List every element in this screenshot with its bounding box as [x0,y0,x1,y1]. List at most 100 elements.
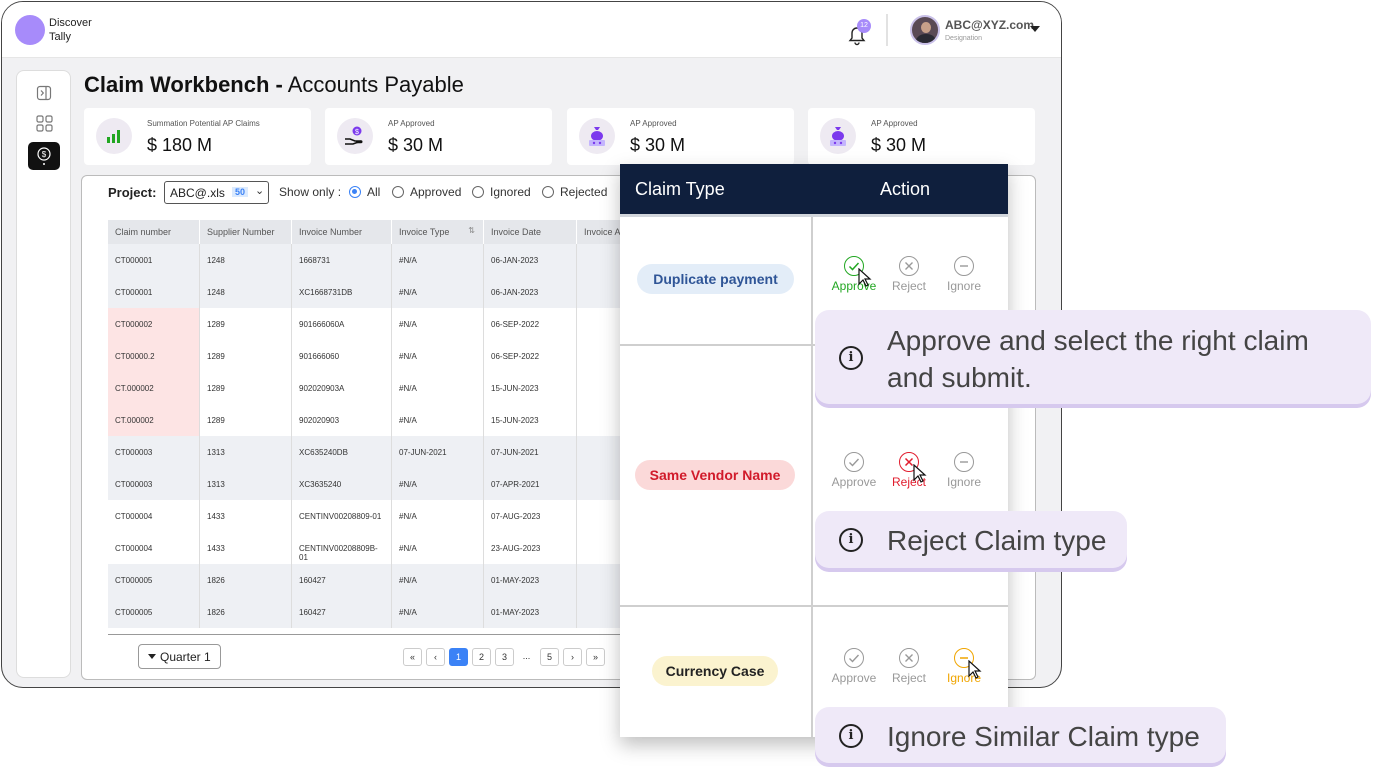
table-cell: #N/A [392,564,484,596]
page-button-3[interactable]: 3 [495,648,514,666]
header-divider [886,14,888,46]
show-only-label: Show only : [279,185,342,199]
filter-radio-all[interactable]: All [349,185,380,199]
expand-sidebar-icon[interactable] [28,79,60,107]
chevron-down-icon[interactable] [1030,26,1040,32]
table-row[interactable]: CT000004 1433 CENTINV00208809-01 #N/A 07-AUG… [108,500,620,532]
page-ellipsis: ... [522,651,531,661]
approve-button[interactable]: Approve [829,452,879,489]
user-email[interactable]: ABC@XYZ.com [945,18,1034,32]
table-row[interactable]: CT000005 1826 160427 #N/A 01-MAY-2023 [108,596,620,628]
table-cell: #N/A [392,244,484,276]
table-cell [577,564,620,596]
table-row[interactable]: CT000004 1433 CENTINV00208809B-01 #N/A 23-AU… [108,532,620,564]
filter-radio-ignored[interactable]: Ignored [472,185,531,199]
table-cell [577,596,620,628]
ignore-button[interactable]: Ignore [939,452,989,489]
table-cell [577,276,620,308]
table-row[interactable]: CT000002 1289 901666060A #N/A 06-SEP-2022 [108,308,620,340]
table-row[interactable]: CT.000002 1289 902020903 #N/A 15-JUN-2023 [108,404,620,436]
table-cell: XC3635240 [292,468,392,500]
hand-coin-icon: $ [337,118,373,154]
table-cell: 01-MAY-2023 [484,596,577,628]
column-header[interactable]: Invoice Number [292,220,392,244]
table-cell: #N/A [392,276,484,308]
info-icon: i [839,346,863,370]
table-row[interactable]: CT000005 1826 160427 #N/A 01-MAY-2023 [108,564,620,596]
last-page-button[interactable]: » [586,648,605,666]
app-title: Discover Tally [49,17,92,43]
cursor-icon [968,660,982,679]
table-cell: 06-JAN-2023 [484,276,577,308]
table-cell: #N/A [392,532,484,564]
table-row[interactable]: CT000003 1313 XC3635240 #N/A 07-APR-2021 [108,468,620,500]
column-header[interactable]: Supplier Number [200,220,292,244]
caret-down-icon[interactable] [148,654,156,659]
radio-icon[interactable] [472,186,484,198]
table-cell: 160427 [292,596,392,628]
page-button-2[interactable]: 2 [472,648,491,666]
table-cell [577,532,620,564]
table-cell: 902020903 [292,404,392,436]
table-cell [577,372,620,404]
table-row[interactable]: CT000003 1313 XC635240DB 07-JUN-2021 07-JUN-… [108,436,620,468]
table-cell [577,436,620,468]
avatar[interactable] [910,15,940,45]
table-cell: 1668731 [292,244,392,276]
table-row[interactable]: CT000001 1248 1668731 #N/A 06-JAN-2023 [108,244,620,276]
table-cell: 902020903A [292,372,392,404]
grid-icon[interactable] [28,109,60,137]
table-cell: 15-JUN-2023 [484,404,577,436]
page-button-1[interactable]: 1 [449,648,468,666]
table-cell: CT00000.2 [108,340,200,372]
kpi-card: $ AP Approved $ 30 M [325,108,552,165]
ignore-button[interactable]: Ignore [939,256,989,293]
table-cell: 07-JUN-2021 [484,436,577,468]
table-cell: 1826 [200,564,292,596]
sort-icon[interactable]: ⇅ [468,226,475,235]
approve-button[interactable]: Approve [829,648,879,685]
column-header[interactable]: Invoice Type ⇅ [392,220,484,244]
radio-icon[interactable] [542,186,554,198]
minus-circle-icon [954,256,974,276]
first-page-button[interactable]: « [403,648,422,666]
table-cell: CT000001 [108,244,200,276]
sidebar: $ [16,70,71,678]
table-row[interactable]: CT000001 1248 XC1668731DB #N/A 06-JAN-2023 [108,276,620,308]
reject-button[interactable]: Reject [884,648,934,685]
project-count-badge: 50 [232,187,249,197]
kpi-card: AP Approved $ 30 M [808,108,1035,165]
filter-radio-rejected[interactable]: Rejected [542,185,607,199]
radio-icon[interactable] [392,186,404,198]
table-cell: 160427 [292,564,392,596]
tooltip-reject: i Reject Claim type [815,511,1127,568]
table-cell: 06-SEP-2022 [484,308,577,340]
table-cell: CT000001 [108,276,200,308]
table-cell: 1289 [200,404,292,436]
claim-type-badge: Currency Case [652,656,778,686]
next-page-button[interactable]: › [563,648,582,666]
dollar-icon[interactable]: $ [28,142,60,170]
column-header[interactable]: Invoice Date [484,220,577,244]
project-label: Project: [108,185,157,200]
filter-radio-approved[interactable]: Approved [392,185,461,199]
page-title: Claim Workbench - Accounts Payable [84,72,464,97]
prev-page-button[interactable]: ‹ [426,648,445,666]
table-cell [577,468,620,500]
radio-selected-icon[interactable] [349,186,361,198]
table-cell: #N/A [392,404,484,436]
table-cell: CT000003 [108,436,200,468]
table-cell: #N/A [392,372,484,404]
table-cell: 01-MAY-2023 [484,564,577,596]
table-row[interactable]: CT.000002 1289 902020903A #N/A 15-JUN-2023 [108,372,620,404]
column-header[interactable]: Invoice A [577,220,620,244]
reject-button[interactable]: Reject [884,256,934,293]
info-icon: i [839,724,863,748]
notification-badge: 12 [857,19,871,33]
project-select[interactable]: ABC@.xls 50 ⌄ [164,181,269,204]
page-button-5[interactable]: 5 [540,648,559,666]
column-header[interactable]: Claim number [108,220,200,244]
table-cell: #N/A [392,340,484,372]
bar-chart-icon [96,118,132,154]
table-row[interactable]: CT00000.2 1289 901666060 #N/A 06-SEP-2022 [108,340,620,372]
